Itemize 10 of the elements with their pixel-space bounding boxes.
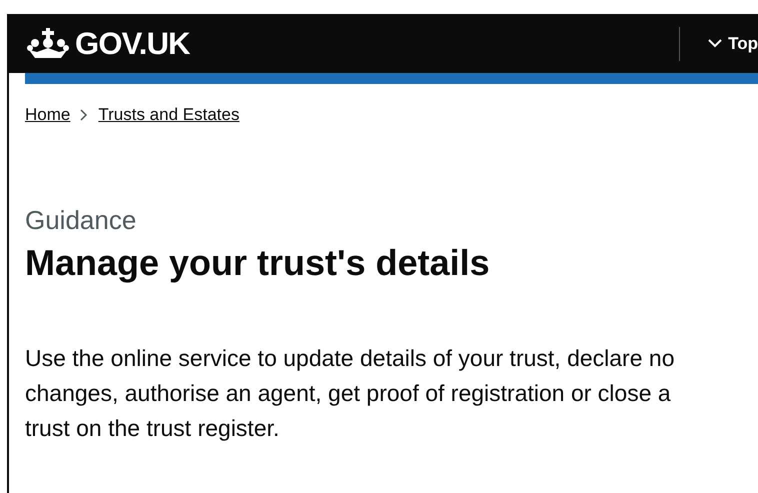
logo-text[interactable]: GOV.UK [75,28,190,59]
chevron-right-icon [80,108,88,121]
caption: Guidance [25,204,138,236]
breadcrumb-link[interactable]: Trusts and Estates [98,102,240,128]
topics-menu-button[interactable]: Top [708,30,758,56]
crown-icon [27,28,69,60]
lead-paragraph: Use the online service to update details of your trust, declare no changes, authorise an agent, get proof of registration or close a trust on the trust register. [25,344,676,443]
breadcrumb-link[interactable]: Home [25,102,70,128]
page-title: Manage your trust's details [25,241,491,285]
chevron-down-icon [708,39,722,48]
